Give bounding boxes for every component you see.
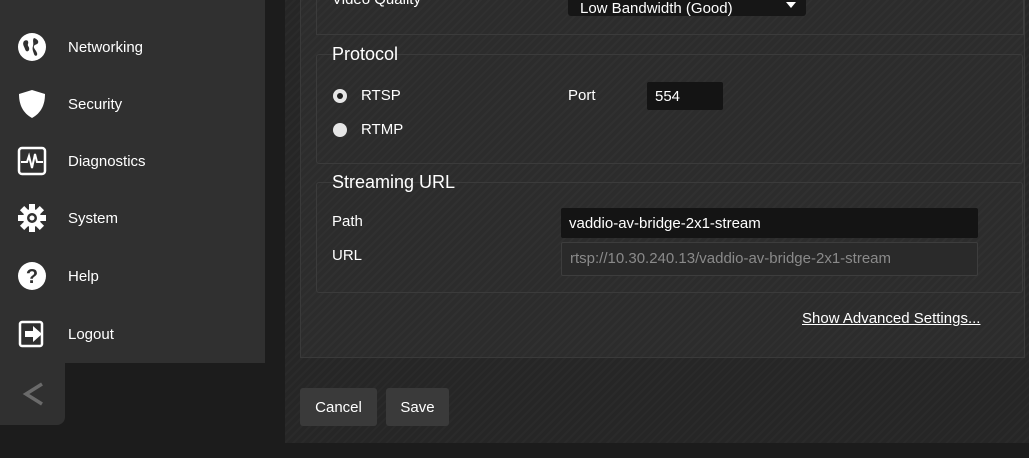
chevron-down-icon <box>786 2 796 8</box>
sidebar-item-label: Logout <box>68 325 114 343</box>
sidebar-item-diagnostics[interactable]: Diagnostics <box>0 133 265 189</box>
gear-icon <box>17 203 47 233</box>
cancel-button[interactable]: Cancel <box>300 388 377 426</box>
protocol-title: Protocol <box>332 44 399 64</box>
globe-icon <box>17 32 47 62</box>
radio-rtsp-label: RTSP <box>361 87 401 104</box>
sidebar-item-security[interactable]: Security <box>0 76 265 132</box>
path-label: Path <box>332 213 363 230</box>
sidebar-item-networking[interactable]: Networking <box>0 19 265 75</box>
sidebar-item-label: Diagnostics <box>68 152 146 170</box>
sidebar-collapse-button[interactable] <box>0 363 65 425</box>
video-quality-value: Low Bandwidth (Good) <box>580 0 733 17</box>
port-label: Port <box>568 87 596 104</box>
sidebar-item-logout[interactable]: Logout <box>0 306 265 362</box>
url-label: URL <box>332 247 363 264</box>
show-advanced-settings-link[interactable]: Show Advanced Settings... <box>802 310 980 327</box>
chevron-left-icon <box>22 382 43 406</box>
port-input[interactable] <box>647 82 723 110</box>
sidebar-item-system[interactable]: System <box>0 190 265 246</box>
question-icon: ? <box>17 261 47 291</box>
shield-icon <box>17 89 47 119</box>
radio-rtmp-label: RTMP <box>361 121 404 138</box>
logout-icon <box>17 319 47 349</box>
sidebar-item-label: Help <box>68 267 99 285</box>
streaming-url-title: Streaming URL <box>332 172 456 192</box>
svg-text:?: ? <box>26 266 38 288</box>
save-button[interactable]: Save <box>386 388 449 426</box>
pulse-icon <box>17 146 47 176</box>
sidebar-item-label: Security <box>68 95 123 113</box>
video-quality-label: Video Quality <box>332 0 421 8</box>
radio-rtmp[interactable] <box>333 123 347 137</box>
url-readonly-field: rtsp://10.30.240.13/vaddio-av-bridge-2x1… <box>561 242 978 276</box>
path-input[interactable] <box>561 208 978 238</box>
sidebar: Networking Security Diagnostics System ?… <box>0 0 265 363</box>
sidebar-item-help[interactable]: ? Help <box>0 248 265 304</box>
sidebar-item-label: System <box>68 209 119 227</box>
video-quality-select[interactable]: Low Bandwidth (Good) <box>568 0 806 17</box>
radio-rtsp[interactable] <box>333 89 347 103</box>
sidebar-item-label: Networking <box>68 38 144 56</box>
